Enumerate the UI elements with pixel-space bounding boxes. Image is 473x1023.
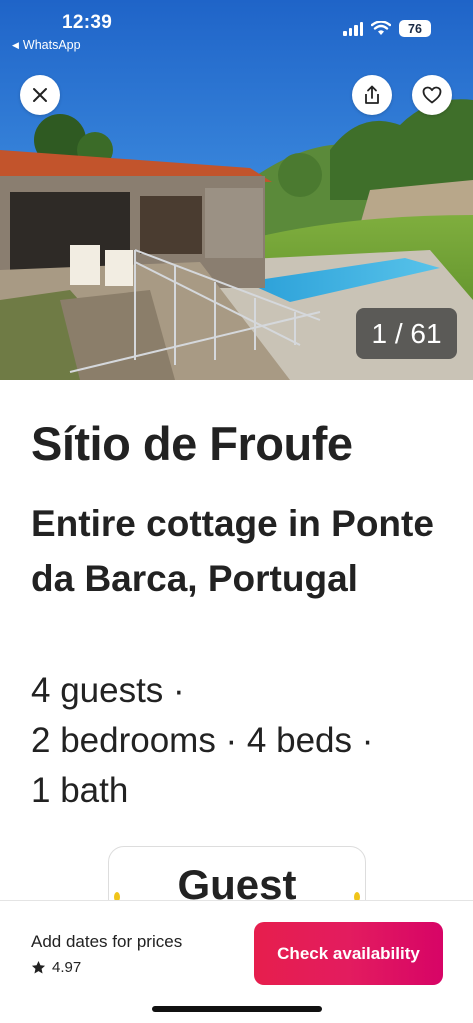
listing-title: Sítio de Froufe [31, 417, 353, 470]
rating: 4.97 [31, 959, 81, 976]
status-bar: 12:39 ◀ WhatsApp 76 [0, 0, 473, 56]
listing-subtitle: Entire cottage in Ponte da Barca, Portug… [31, 503, 434, 599]
booking-footer: Add dates for prices 4.97 Check availabi… [0, 900, 473, 1023]
status-time: 12:39 [62, 12, 113, 33]
battery-icon: 76 [399, 20, 431, 37]
home-indicator[interactable] [152, 1006, 322, 1012]
add-dates-text: Add dates for prices [31, 932, 183, 951]
heart-icon [422, 86, 442, 104]
rating-value: 4.97 [52, 959, 82, 976]
share-button[interactable] [352, 75, 392, 115]
listing-meta-guests: 4 guests · [31, 671, 185, 710]
listing-meta-rooms: 2 bedrooms · 4 beds · [31, 721, 374, 760]
star-icon [31, 960, 46, 974]
status-icons: 76 [343, 20, 431, 37]
photo-counter: 1 / 61 [356, 308, 457, 359]
listing-meta: 4 guests · 2 bedrooms · 4 beds · 1 bath [31, 666, 451, 816]
share-icon [365, 85, 379, 104]
check-availability-button[interactable]: Check availability [254, 922, 443, 985]
close-button[interactable] [20, 75, 60, 115]
save-favorite-button[interactable] [412, 75, 452, 115]
wifi-icon [371, 21, 391, 35]
listing-screen: 12:39 ◀ WhatsApp 76 1 / 61 Sítio de Frou… [0, 0, 473, 1023]
listing-meta-baths: 1 bath [31, 771, 129, 810]
close-icon [33, 88, 47, 102]
back-triangle-icon: ◀ [12, 39, 19, 50]
back-app-label: WhatsApp [22, 38, 81, 52]
signal-icon [343, 21, 363, 36]
back-to-app-link[interactable]: ◀ WhatsApp [12, 38, 81, 52]
